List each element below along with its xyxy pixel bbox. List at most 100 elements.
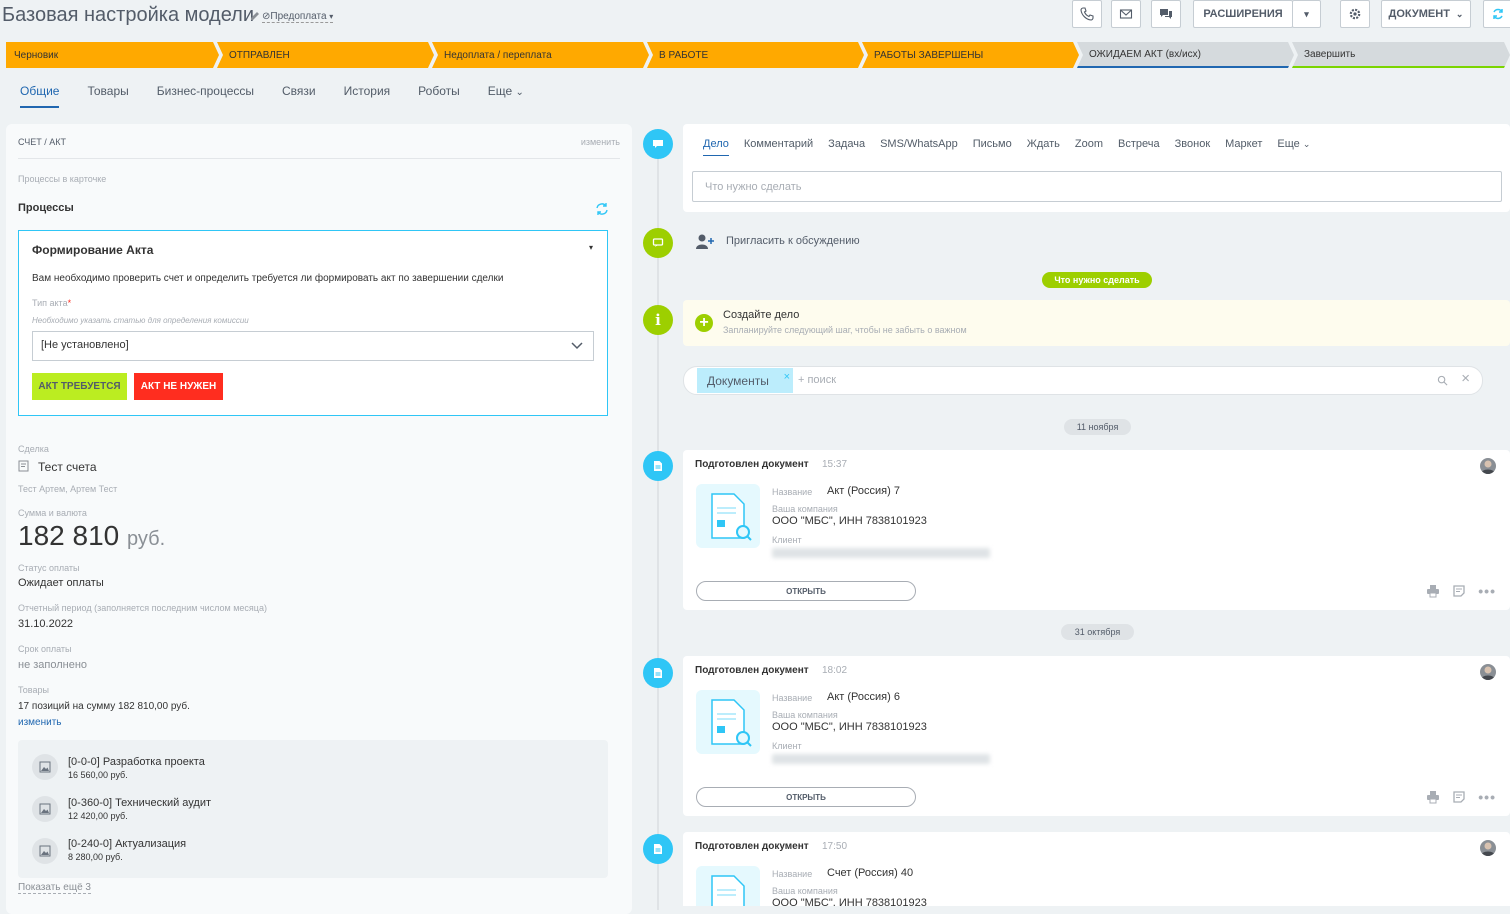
document-thumbnail[interactable]: [696, 690, 760, 754]
product-name: [0-0-0] Разработка проекта: [68, 756, 205, 768]
document-button[interactable]: ДОКУМЕНТ ⌄: [1381, 0, 1471, 28]
tab-wait[interactable]: Ждать: [1027, 138, 1060, 156]
chat-button[interactable]: [1151, 0, 1181, 28]
chat-icon: [1160, 9, 1172, 19]
avatar: [1480, 458, 1496, 474]
tab-more[interactable]: Еще ⌄: [488, 84, 524, 108]
document-card: Подготовлен документ 15:37 Название Акт …: [683, 450, 1510, 610]
note-icon[interactable]: [1452, 584, 1466, 598]
act-type-select[interactable]: [Не установлено]: [32, 331, 594, 361]
tab-products[interactable]: Товары: [87, 84, 128, 108]
tab-letter[interactable]: Письмо: [973, 138, 1012, 156]
pencil-icon[interactable]: [249, 10, 261, 22]
product-price: 12 420,00 руб.: [68, 811, 128, 821]
deal-link[interactable]: Тест счета: [38, 460, 97, 474]
list-item[interactable]: [0-240-0] Актуализация 8 280,00 руб.: [18, 824, 608, 866]
period-label: Отчетный период (заполняется последним ч…: [18, 603, 267, 613]
document-dot: [643, 658, 673, 688]
document-thumbnail[interactable]: [696, 866, 760, 906]
image-icon: [32, 796, 58, 822]
search-icon[interactable]: [1437, 375, 1448, 386]
process-collapse-caret[interactable]: ▾: [589, 243, 593, 252]
goods-label: Товары: [18, 685, 49, 695]
tab-zoom[interactable]: Zoom: [1075, 138, 1103, 156]
stage-in-progress[interactable]: В РАБОТЕ: [647, 42, 864, 68]
tab-comment[interactable]: Комментарий: [744, 138, 813, 156]
open-document-button[interactable]: ОТКРЫТЬ: [696, 581, 916, 601]
avatar: [1480, 664, 1496, 680]
phone-icon: [1080, 7, 1094, 21]
extensions-dropdown-button[interactable]: ▾: [1292, 0, 1321, 28]
card-actions: •••: [1426, 583, 1496, 599]
sync-icon[interactable]: [595, 202, 609, 216]
act-required-button[interactable]: АКТ ТРЕБУЕТСЯ: [32, 373, 127, 400]
remove-tag-icon[interactable]: ×: [784, 371, 790, 383]
act-not-needed-button[interactable]: АКТ НЕ НУЖЕН: [134, 373, 223, 400]
company-label: Ваша компания: [772, 710, 838, 720]
document-name: Счет (Россия) 40: [827, 867, 914, 879]
due-value: не заполнено: [18, 659, 88, 671]
discussion-dot: [643, 228, 673, 258]
tab-history[interactable]: История: [344, 84, 391, 108]
todo-input[interactable]: Что нужно сделать: [692, 171, 1502, 202]
stage-awaiting-act[interactable]: ОЖИДАЕМ АКТ (вх/исх): [1077, 42, 1294, 68]
document-card-title: Подготовлен документ: [695, 459, 809, 470]
invite-discussion[interactable]: Пригласить к обсуждению: [694, 233, 860, 249]
search-input[interactable]: + поиск: [798, 374, 836, 386]
list-item[interactable]: [0-360-0] Технический аудит 12 420,00 ру…: [18, 782, 608, 824]
tab-call[interactable]: Звонок: [1175, 138, 1211, 156]
tab-task[interactable]: Задача: [828, 138, 865, 156]
reload-button[interactable]: [1483, 0, 1510, 28]
more-icon[interactable]: •••: [1478, 789, 1496, 805]
document-thumbnail[interactable]: [696, 484, 760, 548]
extensions-button[interactable]: РАСШИРЕНИЯ: [1193, 0, 1293, 28]
tab-business-processes[interactable]: Бизнес-процессы: [157, 84, 254, 108]
printer-icon[interactable]: [1426, 584, 1440, 598]
stage-draft[interactable]: Черновик: [6, 42, 219, 68]
tab-general[interactable]: Общие: [20, 84, 60, 108]
filter-tag-documents[interactable]: Документы ×: [697, 368, 793, 393]
tab-market[interactable]: Маркет: [1225, 138, 1262, 156]
clear-search-icon[interactable]: ×: [1461, 370, 1470, 387]
document-dot: [643, 834, 673, 864]
tab-meeting[interactable]: Встреча: [1118, 138, 1160, 156]
stage-works-completed[interactable]: РАБОТЫ ЗАВЕРШЕНЫ: [862, 42, 1079, 68]
tab-robots[interactable]: Роботы: [418, 84, 460, 108]
list-item[interactable]: [0-0-0] Разработка проекта 16 560,00 руб…: [18, 740, 608, 786]
tab-deal[interactable]: Дело: [703, 138, 729, 156]
document-icon: [654, 461, 662, 471]
call-button[interactable]: [1072, 0, 1102, 28]
page-title: Базовая настройка модели: [2, 4, 255, 26]
create-activity-card[interactable]: + Создайте дело Запланируйте следующий ш…: [683, 300, 1510, 346]
deal-label: Сделка: [18, 444, 49, 454]
tab-sms[interactable]: SMS/WhatsApp: [880, 138, 958, 156]
todo-pill: Что нужно сделать: [1042, 272, 1152, 288]
document-name: Акт (Россия) 6: [827, 691, 900, 703]
chevron-down-icon: ▾: [329, 12, 334, 21]
stage-underpayment[interactable]: Недоплата / переплата: [432, 42, 649, 68]
show-more-link[interactable]: Показать ещё 3: [18, 882, 91, 894]
settings-button[interactable]: [1340, 0, 1370, 28]
process-title: Формирование Акта: [32, 243, 154, 257]
note-icon[interactable]: [1452, 790, 1466, 804]
date-pill: 31 октября: [1061, 624, 1134, 640]
printer-icon[interactable]: [1426, 790, 1440, 804]
tab-more-activities[interactable]: Еще ⌄: [1277, 138, 1310, 156]
pipeline-selector[interactable]: ⊘Предоплата ▾: [262, 11, 334, 23]
stage-finish[interactable]: Завершить: [1292, 42, 1510, 68]
more-icon[interactable]: •••: [1478, 583, 1496, 599]
act-type-label: Тип акта*: [32, 298, 72, 308]
product-name: [0-240-0] Актуализация: [68, 838, 187, 850]
period-value: 31.10.2022: [18, 618, 74, 630]
email-button[interactable]: [1111, 0, 1141, 28]
tab-links[interactable]: Связи: [282, 84, 316, 108]
gear-icon: [1349, 8, 1361, 20]
document-card-time: 17:50: [822, 841, 848, 852]
deal-contacts: Тест Артем, Артем Тест: [18, 484, 118, 494]
info-icon: i: [655, 311, 661, 329]
section-edit-link[interactable]: изменить: [581, 137, 620, 147]
process-card: Формирование Акта ▾ Вам необходимо прове…: [18, 230, 608, 416]
stage-sent[interactable]: ОТПРАВЛЕН: [217, 42, 434, 68]
goods-edit-link[interactable]: изменить: [18, 717, 62, 728]
open-document-button[interactable]: ОТКРЫТЬ: [696, 787, 916, 807]
